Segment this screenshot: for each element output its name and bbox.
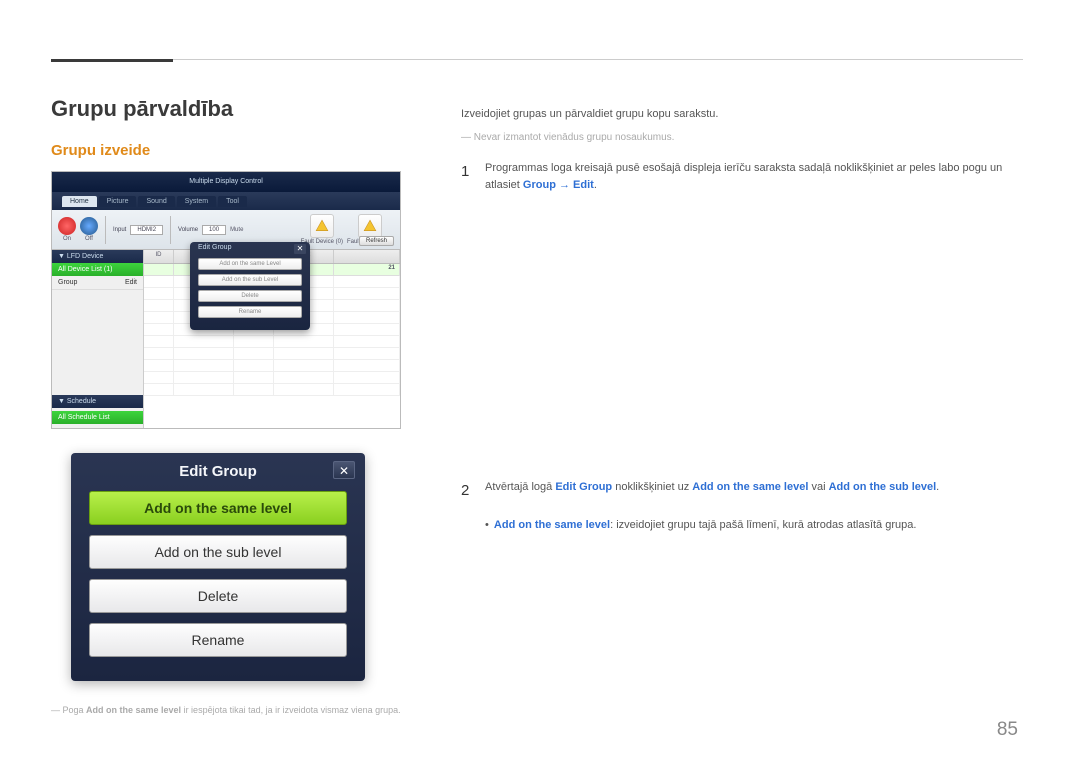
grid-empty-row [144,384,400,396]
popup-rename[interactable]: Rename [198,306,302,318]
page-content: Grupu pārvaldība Grupu izveide Multiple … [51,96,1023,723]
mute-button[interactable]: Mute [230,227,243,233]
page-number: 85 [997,719,1018,741]
footnote: ― Poga Add on the same level ir iespējot… [51,705,401,715]
sidebar-all-devices[interactable]: All Device List (1) [52,263,143,276]
section-title: Grupu izveide [51,142,401,159]
popup-add-same-level[interactable]: Add on the same Level [198,258,302,270]
tab-sound[interactable]: Sound [138,196,174,207]
power-on-icon [58,217,76,235]
popup-title: Edit Group [198,244,231,251]
page-title: Grupu pārvaldība [51,96,401,122]
sidebar-lfd-header[interactable]: ▼ LFD Device [52,250,143,263]
intro-note: ― Nevar izmantot vienādus grupu nosaukum… [461,130,1023,146]
page-header-accent [51,59,173,62]
grid-empty-row [144,336,400,348]
main-tabs: Home Picture Sound System Tool [52,192,400,210]
popup-close-button[interactable]: ✕ [294,244,306,254]
input-dropdown[interactable]: Input HDMI2 [113,225,163,235]
popup-delete[interactable]: Delete [198,290,302,302]
step-2-body: Atvērtajā logā Edit Group noklikšķiniet … [485,479,1023,503]
add-same-level-button[interactable]: Add on the same level [89,491,347,525]
intro-text: Izveidojiet grupas un pārvaldiet grupu k… [461,106,1023,124]
grid-empty-row [144,360,400,372]
toolbar-separator [105,216,106,244]
grid-cell-extra: 21 [334,264,400,275]
delete-button[interactable]: Delete [89,579,347,613]
toolbar-separator [170,216,171,244]
page-header-divider [51,59,1023,60]
fault-device-button[interactable]: Fault Device (0) [301,214,343,245]
step-1-body: Programmas loga kreisajā pusē esošajā di… [485,160,1023,195]
edit-group-popup-small: Edit Group ✕ Add on the same Level Add o… [190,242,310,330]
dialog-title: Edit Group [71,463,365,480]
grid-empty-row [144,372,400,384]
tab-picture[interactable]: Picture [99,196,137,207]
refresh-button[interactable]: Refresh [359,236,394,246]
tab-home[interactable]: Home [62,196,97,207]
screenshot-edit-group-dialog: Edit Group ✕ Add on the same level Add o… [71,453,365,681]
step-number: 1 [461,160,473,195]
grid-col-id: ID [144,250,174,263]
app-window-title: Multiple Display Control [52,172,400,192]
bullet-same-level: Add on the same level: izveidojiet grupu… [485,517,1023,535]
add-sub-level-button[interactable]: Add on the sub level [89,535,347,569]
tab-system[interactable]: System [177,196,216,207]
grid-empty-row [144,348,400,360]
screenshot-mdc-app: Multiple Display Control Home Picture So… [51,171,401,429]
power-off-icon [80,217,98,235]
warning-icon [358,214,382,238]
right-column: Izveidojiet grupas un pārvaldiet grupu k… [461,96,1023,723]
volume-control[interactable]: Volume 100 [178,225,226,235]
sidebar: ▼ LFD Device All Device List (1) Group E… [52,250,144,428]
sidebar-schedule-header[interactable]: ▼ Schedule [52,395,143,408]
tab-tool[interactable]: Tool [218,196,247,207]
dialog-close-button[interactable]: ✕ [333,461,355,479]
sidebar-schedule-list[interactable]: All Schedule List [52,411,143,424]
popup-add-sub-level[interactable]: Add on the sub Level [198,274,302,286]
sidebar-group-row[interactable]: Group Edit [52,276,143,290]
warning-icon [310,214,334,238]
step-1: 1 Programmas loga kreisajā pusē esošajā … [461,160,1023,195]
step-2: 2 Atvērtajā logā Edit Group noklikšķinie… [461,479,1023,503]
left-column: Grupu pārvaldība Grupu izveide Multiple … [51,96,401,723]
step-number: 2 [461,479,473,503]
power-on-button[interactable]: On [58,217,76,242]
power-off-button[interactable]: Off [80,217,98,242]
rename-button[interactable]: Rename [89,623,347,657]
